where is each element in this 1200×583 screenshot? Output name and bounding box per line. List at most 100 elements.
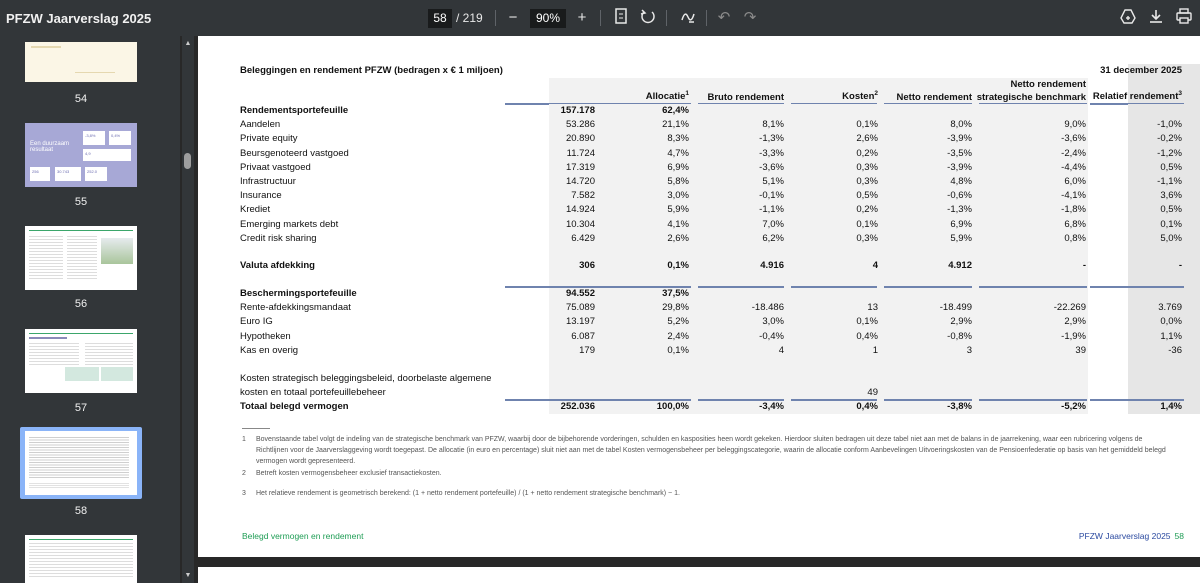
zoom-input[interactable]: 90% bbox=[530, 9, 566, 28]
cell-c1: 53.286 bbox=[565, 119, 595, 131]
cell-c3: -1,3% bbox=[759, 133, 784, 145]
cell-c5: -3,9% bbox=[947, 161, 972, 173]
cell-c4: 4 bbox=[872, 260, 878, 272]
cell-c1: 6.429 bbox=[571, 232, 595, 244]
table-spacer-row bbox=[238, 245, 1200, 260]
row-label: Beschermingsportefeuille bbox=[240, 288, 357, 300]
scroll-down-icon[interactable]: ▼ bbox=[183, 572, 193, 580]
table-row: Aandelen 53.286 21,1% 8,1% 0,1% 8,0% 9,0% -1,0% bbox=[238, 118, 1200, 133]
thumbnail-text: -3,8% bbox=[83, 131, 105, 145]
thumbnail-sidebar: 54 Een duurzaam resultaat -3,8% 0,4% 4,9… bbox=[0, 36, 180, 583]
cell-c3: -18.486 bbox=[751, 302, 784, 314]
cell-c3: -0,4% bbox=[759, 330, 784, 342]
page-thumbnail-57[interactable] bbox=[25, 329, 137, 393]
table-header-row: Allocatie1 Bruto rendement Kosten2 Netto… bbox=[238, 78, 1200, 105]
page-thumbnail-56[interactable] bbox=[25, 226, 137, 290]
cell-c2: 0,1% bbox=[667, 260, 689, 272]
header-netto: Netto rendement bbox=[896, 92, 972, 103]
print-icon[interactable] bbox=[1174, 8, 1194, 28]
undo-icon[interactable]: ↶ bbox=[714, 8, 734, 28]
thumbnail-text: 252.0 bbox=[85, 167, 107, 181]
table-row: Krediet 14.924 5,9% -1,1% 0,2% -1,3% -1,8% 0,5% bbox=[238, 203, 1200, 218]
row-label: Beursgenoteerd vastgoed bbox=[240, 147, 349, 159]
sidebar-scrollbar[interactable] bbox=[182, 36, 194, 583]
toolbar-divider bbox=[706, 10, 707, 26]
thumbnail-label: 55 bbox=[74, 196, 88, 208]
cell-c1: 20.890 bbox=[565, 133, 595, 145]
table-row: Rendementsportefeuille 157.178 62,4% bbox=[238, 104, 1200, 119]
cell-c2: 3,0% bbox=[667, 190, 689, 202]
cell-c4: 0,1% bbox=[856, 119, 878, 131]
cell-c3: -3,4% bbox=[759, 400, 784, 412]
footer-page-number: 58 bbox=[1174, 531, 1184, 541]
table-row: Privaat vastgoed 17.319 6,9% -3,6% 0,3% -3,9%… bbox=[238, 160, 1200, 175]
cell-c5: -1,3% bbox=[947, 204, 972, 216]
cell-c3: 6,2% bbox=[762, 232, 784, 244]
rotate-icon[interactable] bbox=[638, 8, 658, 28]
cell-c2: 62,4% bbox=[662, 105, 689, 116]
page-thumbnail-55[interactable]: Een duurzaam resultaat -3,8% 0,4% 4,9 25… bbox=[25, 123, 137, 187]
drive-icon[interactable] bbox=[1118, 8, 1138, 28]
footer-section-title: Belegd vermogen en rendement bbox=[242, 531, 364, 541]
thumbnail-label: 57 bbox=[74, 402, 88, 414]
download-icon[interactable] bbox=[1146, 8, 1166, 28]
header-allocatie: Allocatie1 bbox=[645, 90, 689, 103]
fit-page-icon[interactable] bbox=[611, 8, 631, 28]
cell-c4: 0,2% bbox=[856, 204, 878, 216]
document-viewport[interactable]: Beleggingen en rendement PFZW (bedragen … bbox=[194, 36, 1200, 583]
table-row: Beursgenoteerd vastgoed 11.724 4,7% -3,3% 0,… bbox=[238, 146, 1200, 161]
table-row: Private equity 20.890 8,3% -1,3% 2,6% -3,9% -3… bbox=[238, 132, 1200, 147]
page-number-input[interactable]: 58 bbox=[428, 9, 452, 28]
redo-icon[interactable]: ↷ bbox=[740, 8, 760, 28]
header-kosten: Kosten2 bbox=[842, 90, 878, 103]
plus-icon[interactable]: + bbox=[572, 8, 592, 28]
cell-c6: -22.269 bbox=[1053, 302, 1086, 314]
row-label: Rente-afdekkingsmandaat bbox=[240, 302, 351, 314]
page-thumbnail-58[interactable] bbox=[25, 431, 137, 495]
cell-c7: -0,2% bbox=[1157, 133, 1182, 145]
annotate-icon[interactable] bbox=[678, 8, 698, 28]
cell-c3: -3,3% bbox=[759, 147, 784, 159]
cell-c2: 2,6% bbox=[667, 232, 689, 244]
row-label: Insurance bbox=[240, 190, 282, 202]
header-relatief: Relatief rendement3 bbox=[1092, 90, 1182, 103]
sidebar-scroll-thumb[interactable] bbox=[184, 153, 191, 169]
cell-c1: 75.089 bbox=[565, 302, 595, 314]
row-label: Emerging markets debt bbox=[240, 218, 339, 230]
page-thumbnail-54[interactable] bbox=[25, 42, 137, 82]
cell-c7: 3,6% bbox=[1160, 190, 1182, 202]
cell-c7: 0,0% bbox=[1160, 316, 1182, 328]
investments-table: Beleggingen en rendement PFZW (bedragen … bbox=[238, 64, 1200, 415]
table-row: Rente-afdekkingsmandaat 75.089 29,8% -18.48… bbox=[238, 301, 1200, 316]
document-title: PFZW Jaarverslag 2025 bbox=[6, 11, 152, 26]
cell-c1: 13.197 bbox=[565, 316, 595, 328]
minus-icon[interactable]: − bbox=[503, 8, 523, 28]
cell-c7: -36 bbox=[1168, 344, 1182, 356]
row-label: Kosten strategisch beleggingsbeleid, doo… bbox=[240, 372, 492, 384]
cell-c6: 2,9% bbox=[1064, 316, 1086, 328]
cell-c6: -3,6% bbox=[1061, 133, 1086, 145]
cell-c4: 0,3% bbox=[856, 232, 878, 244]
table-row: Emerging markets debt 10.304 4,1% 7,0% 0,1% 6… bbox=[238, 217, 1200, 232]
cell-c2: 5,2% bbox=[667, 316, 689, 328]
cell-c2: 21,1% bbox=[662, 119, 689, 131]
cell-c7: 0,1% bbox=[1160, 218, 1182, 230]
cell-c4: 49 bbox=[867, 386, 878, 398]
header-benchmark-line1: Netto rendement bbox=[1010, 79, 1086, 90]
thumbnail-label: 56 bbox=[74, 298, 88, 310]
cell-c5: -0,8% bbox=[947, 330, 972, 342]
cell-c2: 5,8% bbox=[667, 175, 689, 187]
table-spacer-row bbox=[238, 358, 1200, 372]
scroll-up-icon[interactable]: ▲ bbox=[183, 40, 193, 48]
toolbar-divider bbox=[600, 10, 601, 26]
pdf-page: Beleggingen en rendement PFZW (bedragen … bbox=[198, 36, 1200, 557]
row-label: Aandelen bbox=[240, 119, 281, 131]
table-title: Beleggingen en rendement PFZW (bedragen … bbox=[240, 65, 503, 76]
cell-c5: -3,8% bbox=[947, 400, 972, 412]
cell-c7: 0,5% bbox=[1160, 204, 1182, 216]
page-thumbnail-59[interactable] bbox=[25, 535, 137, 583]
footer-report-title: PFZW Jaarverslag 2025 58 bbox=[1079, 531, 1184, 541]
thumbnail-text: Een duurzaam resultaat bbox=[30, 141, 70, 153]
table-row: Infrastructuur 14.720 5,8% 5,1% 0,3% 4,8% 6,0%… bbox=[238, 174, 1200, 190]
thumbnail-text: 4,9 bbox=[83, 149, 131, 161]
